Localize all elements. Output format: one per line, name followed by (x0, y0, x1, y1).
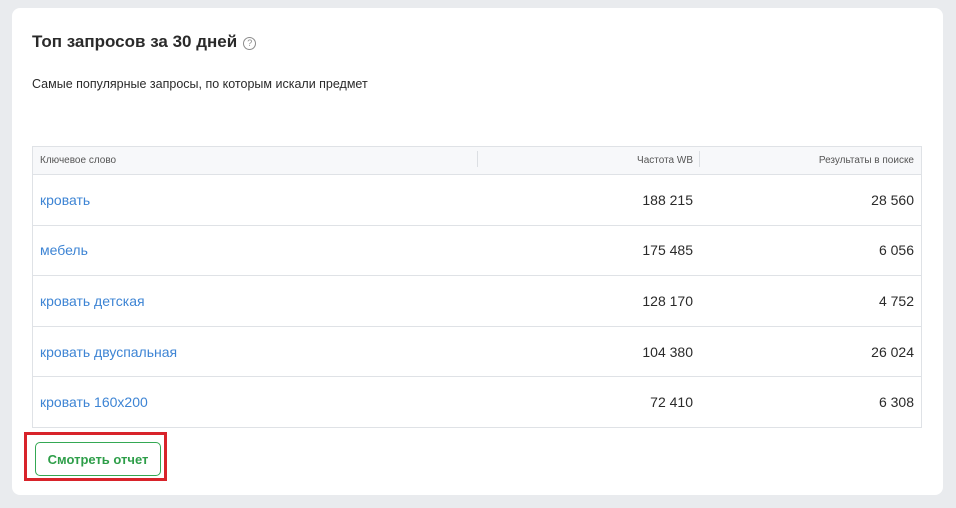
keyword-link[interactable]: мебель (40, 242, 88, 258)
keyword-link[interactable]: кровать (40, 192, 90, 208)
results-cell: 4 752 (878, 292, 914, 309)
results-cell: 26 024 (871, 343, 914, 360)
card-title: Топ запросов за 30 дней (32, 32, 238, 51)
view-report-button[interactable]: Смотреть отчет (35, 442, 161, 476)
table-row: мебель 175 485 6 056 (33, 226, 921, 277)
frequency-cell: 175 485 (642, 242, 693, 259)
question-mark-icon[interactable]: ? (243, 36, 257, 50)
queries-table: Ключевое слово Частота WB Результаты в п… (32, 146, 922, 428)
table-row: кровать 160х200 72 410 6 308 (33, 377, 921, 427)
keyword-link[interactable]: кровать детская (40, 293, 145, 309)
card-subtitle: Самые популярные запросы, по которым иск… (32, 77, 368, 91)
keyword-link[interactable]: кровать двуспальная (40, 344, 177, 360)
results-cell: 6 056 (878, 242, 914, 259)
table-row: кровать 188 215 28 560 (33, 175, 921, 226)
table-row: кровать детская 128 170 4 752 (33, 276, 921, 327)
frequency-cell: 128 170 (642, 292, 693, 309)
header-keyword[interactable]: Ключевое слово (33, 151, 478, 167)
frequency-cell: 188 215 (642, 191, 693, 208)
table-row: кровать двуспальная 104 380 26 024 (33, 327, 921, 378)
card-header: Топ запросов за 30 дней ? (32, 32, 257, 52)
top-queries-card: Топ запросов за 30 дней ? Самые популярн… (12, 8, 943, 495)
frequency-cell: 72 410 (650, 394, 693, 411)
header-frequency[interactable]: Частота WB (478, 151, 700, 167)
table-header: Ключевое слово Частота WB Результаты в п… (33, 147, 921, 175)
results-cell: 28 560 (871, 191, 914, 208)
keyword-link[interactable]: кровать 160х200 (40, 394, 148, 410)
frequency-cell: 104 380 (642, 343, 693, 360)
header-results[interactable]: Результаты в поиске (700, 155, 921, 166)
highlight-box: Смотреть отчет (24, 432, 167, 481)
results-cell: 6 308 (878, 394, 914, 411)
